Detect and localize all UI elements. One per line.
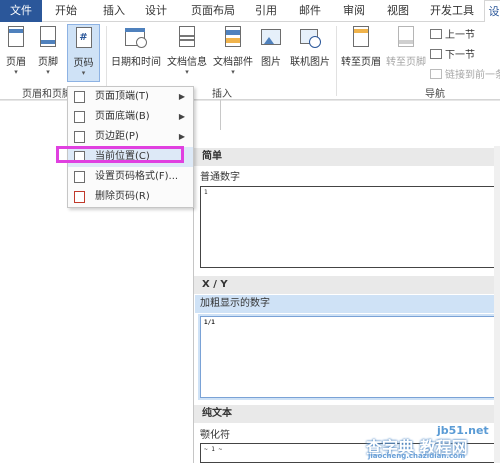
group-label-insert: 插入 (212, 89, 232, 100)
chevron-right-icon: ▶ (178, 132, 185, 141)
online-picture-button[interactable]: 联机图片 (287, 24, 333, 82)
previous-section-button[interactable]: 上一节 (430, 26, 475, 41)
preview-text: 1/1 (204, 319, 215, 326)
goto-footer-icon (398, 26, 414, 47)
gallery-item-name: 颚化符 (200, 430, 230, 441)
next-section-icon (430, 49, 442, 59)
chevron-down-icon: ▾ (185, 68, 189, 76)
page-top-icon (74, 91, 85, 103)
remove-page-number-icon (74, 191, 85, 203)
gallery-item-bold-number[interactable]: 1/1 (200, 316, 496, 398)
gallery-section-simple: 简单 (194, 148, 500, 166)
header-icon (8, 26, 24, 47)
doc-info-button[interactable]: 文档信息 ▾ (165, 24, 209, 82)
group-label-header-footer: 页眉和页脚 (22, 89, 72, 100)
footer-icon (40, 26, 56, 47)
gallery-item-plain-number[interactable]: 1 (200, 186, 496, 268)
tab-developer[interactable]: 开发工具 (424, 0, 480, 22)
watermark-url: jiaocheng.chazidian.com (368, 452, 466, 460)
gallery-section-plain-text: 纯文本 (194, 405, 500, 423)
goto-footer-button[interactable]: 转至页脚 (384, 24, 428, 82)
tab-view[interactable]: 视图 (380, 0, 416, 22)
annotation-highlight-box (56, 146, 184, 163)
chevron-right-icon: ▶ (178, 92, 185, 101)
tab-insert[interactable]: 插入 (96, 0, 132, 22)
gallery-item-name: 加粗显示的数字 (195, 295, 500, 313)
goto-header-button[interactable]: 转至页眉 (339, 24, 383, 82)
doc-parts-button[interactable]: 文档部件 ▾ (211, 24, 255, 82)
menu-item-bottom-of-page[interactable]: 页面底端(B) ▶ (68, 107, 193, 127)
previous-section-icon (430, 29, 442, 39)
menu-item-page-margins[interactable]: 页边距(P) ▶ (68, 127, 193, 147)
gallery-scrollbar[interactable] (494, 146, 500, 463)
next-section-button[interactable]: 下一节 (430, 46, 475, 61)
menu-item-format-page-numbers[interactable]: 设置页码格式(F)... (68, 167, 193, 187)
group-label-navigation: 导航 (425, 89, 445, 100)
picture-icon (260, 26, 282, 50)
footer-button[interactable]: 页脚 ▾ (34, 24, 62, 82)
document-info-icon (179, 26, 195, 47)
gallery-section-xy: X / Y (194, 276, 500, 294)
link-to-previous-button[interactable]: 链接到前一条 (430, 66, 500, 81)
tab-mailings[interactable]: 邮件 (292, 0, 328, 22)
menu-item-top-of-page[interactable]: 页面顶端(T) ▶ (68, 87, 193, 107)
margin-marker (220, 100, 221, 130)
header-button[interactable]: 页眉 ▾ (2, 24, 30, 82)
current-position-gallery: 简单 普通数字 1 X / Y 加粗显示的数字 1/1 纯文本 颚化符 ~ 1 … (193, 146, 500, 463)
goto-header-icon (353, 26, 369, 47)
page-number-button[interactable]: # 页码 ▾ (67, 24, 100, 82)
chevron-down-icon: ▾ (231, 68, 235, 76)
picture-button[interactable]: 图片 (257, 24, 285, 82)
page-margin-icon (74, 131, 85, 143)
tab-review[interactable]: 审阅 (336, 0, 372, 22)
calendar-icon (124, 26, 148, 50)
tab-file[interactable]: 文件 (0, 0, 42, 22)
chevron-down-icon: ▾ (81, 69, 86, 77)
tab-home[interactable]: 开始 (48, 0, 84, 22)
page-number-icon: # (75, 27, 92, 48)
format-page-number-icon (74, 171, 85, 183)
quick-parts-icon (225, 26, 241, 47)
chevron-down-icon: ▾ (46, 68, 50, 76)
chevron-right-icon: ▶ (178, 112, 185, 121)
tab-page-layout[interactable]: 页面布局 (185, 0, 241, 22)
preview-text: 1 (204, 189, 208, 196)
chevron-down-icon: ▾ (14, 68, 18, 76)
page-bottom-icon (74, 111, 85, 123)
tab-header-footer-design[interactable]: 设计 (484, 0, 500, 23)
date-time-button[interactable]: 日期和时间 (110, 24, 162, 82)
gallery-item-name: 普通数字 (200, 172, 240, 183)
online-picture-icon (299, 26, 321, 50)
preview-text: ~ 1 ~ (204, 446, 223, 453)
link-icon (430, 69, 442, 79)
tab-references[interactable]: 引用 (248, 0, 284, 22)
menu-item-remove-page-numbers[interactable]: 删除页码(R) (68, 187, 193, 207)
ribbon-tab-bar: 文件 开始 插入 设计 页面布局 引用 邮件 审阅 视图 开发工具 设计 (0, 0, 500, 23)
tab-design[interactable]: 设计 (138, 0, 174, 22)
